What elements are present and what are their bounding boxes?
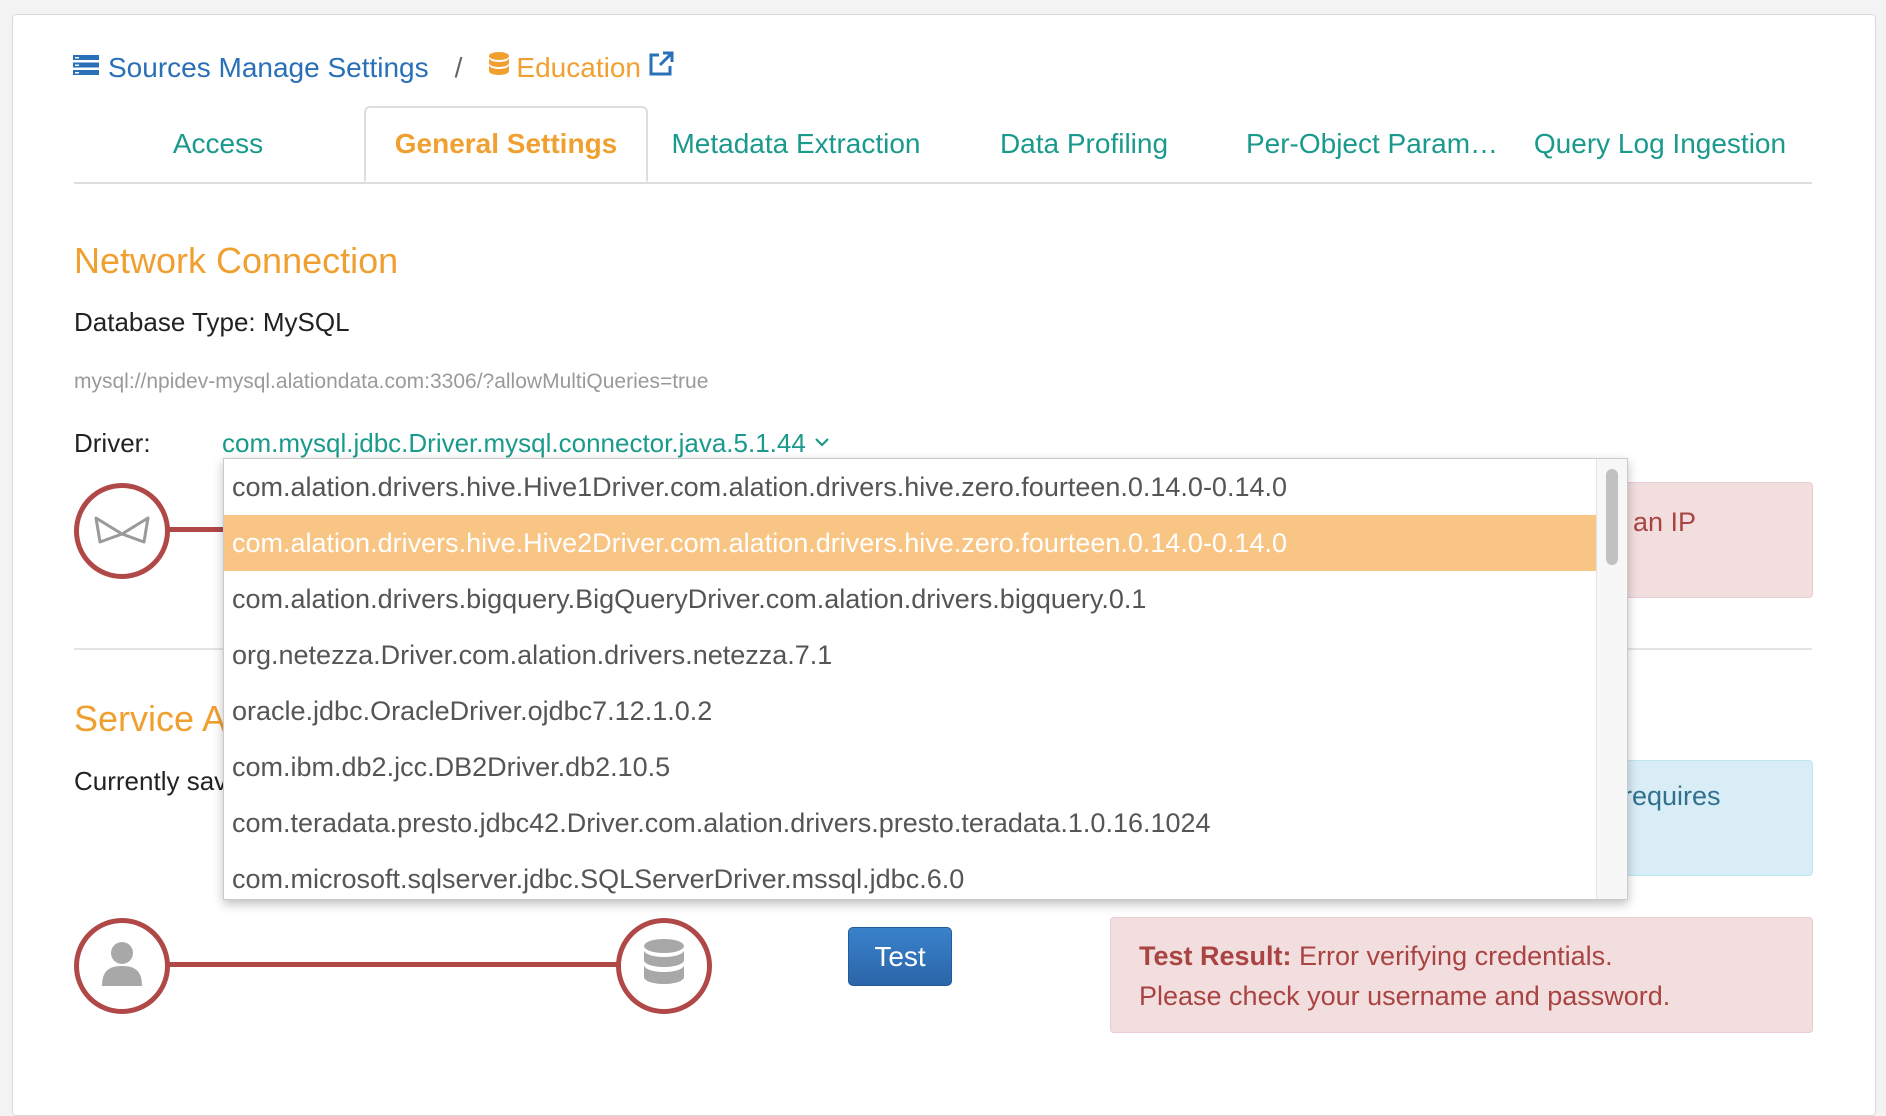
currently-saved-text: Currently sav [74, 766, 228, 796]
driver-select[interactable]: com.mysql.jdbc.Driver.mysql.connector.ja… [222, 428, 830, 459]
breadcrumb-current: Education [516, 51, 641, 83]
test-button[interactable]: Test [848, 927, 952, 986]
driver-option[interactable]: com.teradata.presto.jdbc42.Driver.com.al… [224, 795, 1596, 851]
driver-option[interactable]: com.alation.drivers.bigquery.BigQueryDri… [224, 571, 1596, 627]
tab-bar: Access General Settings Metadata Extract… [74, 106, 1812, 184]
service-account-title: Service Ac [74, 698, 245, 739]
driver-option[interactable]: com.microsoft.sqlserver.jdbc.SQLServerDr… [224, 851, 1596, 899]
driver-option[interactable]: com.alation.drivers.hive.Hive1Driver.com… [224, 459, 1596, 515]
external-link-icon[interactable] [647, 50, 675, 85]
tab-query-log-ingestion[interactable]: Query Log Ingestion [1516, 106, 1804, 182]
driver-option[interactable]: oracle.jdbc.OracleDriver.ojdbc7.12.1.0.2 [224, 683, 1596, 739]
network-alert: an IP [1610, 482, 1813, 598]
dropdown-scrollbar-thumb[interactable] [1606, 469, 1618, 565]
driver-select-value[interactable]: com.mysql.jdbc.Driver.mysql.connector.ja… [222, 428, 806, 459]
user-circle [74, 918, 170, 1014]
test-result-label: Test Result: [1139, 941, 1292, 971]
network-alert-text: an IP [1633, 507, 1697, 537]
database-type: Database Type: MySQL [74, 307, 350, 337]
connection-url: mysql://npidev-mysql.alationdata.com:330… [74, 370, 709, 393]
database-stack-icon [488, 51, 510, 84]
service-info-alert: requires [1610, 760, 1813, 876]
driver-option[interactable]: org.netezza.Driver.com.alation.drivers.n… [224, 627, 1596, 683]
test-result-alert: Test Result: Error verifying credentials… [1110, 917, 1813, 1033]
tab-general-settings[interactable]: General Settings [364, 106, 648, 182]
driver-option[interactable]: com.alation.drivers.hive.Hive2Driver.com… [224, 515, 1596, 571]
tab-per-object-parameters[interactable]: Per-Object Param… [1228, 106, 1516, 182]
server-list-icon [72, 52, 100, 84]
chevron-down-icon [814, 435, 830, 453]
user-icon [100, 940, 144, 993]
breadcrumb-separator: / [454, 51, 463, 83]
driver-dropdown-menu[interactable]: com.alation.drivers.hive.Hive1Driver.com… [223, 458, 1628, 900]
tab-metadata-extraction[interactable]: Metadata Extraction [652, 106, 940, 182]
driver-label: Driver: [74, 428, 151, 458]
network-status-circle [74, 483, 170, 579]
database-circle [616, 918, 712, 1014]
database-icon [642, 938, 686, 995]
service-info-alert-text: requires [1623, 781, 1721, 811]
dropdown-scrollbar[interactable] [1596, 459, 1627, 899]
credential-connector-line [160, 962, 620, 967]
breadcrumb: Sources Manage Settings / Education [72, 50, 675, 85]
network-bowtie-icon [93, 514, 151, 549]
network-connection-title: Network Connection [74, 240, 399, 281]
breadcrumb-sources-link[interactable]: Sources Manage Settings [108, 52, 429, 84]
driver-option-list: com.alation.drivers.hive.Hive1Driver.com… [224, 459, 1596, 899]
tab-data-profiling[interactable]: Data Profiling [940, 106, 1228, 182]
tab-access[interactable]: Access [74, 106, 362, 182]
test-result-text: Test Result: Error verifying credentials… [1139, 936, 1699, 1016]
driver-option[interactable]: com.ibm.db2.jcc.DB2Driver.db2.10.5 [224, 739, 1596, 795]
